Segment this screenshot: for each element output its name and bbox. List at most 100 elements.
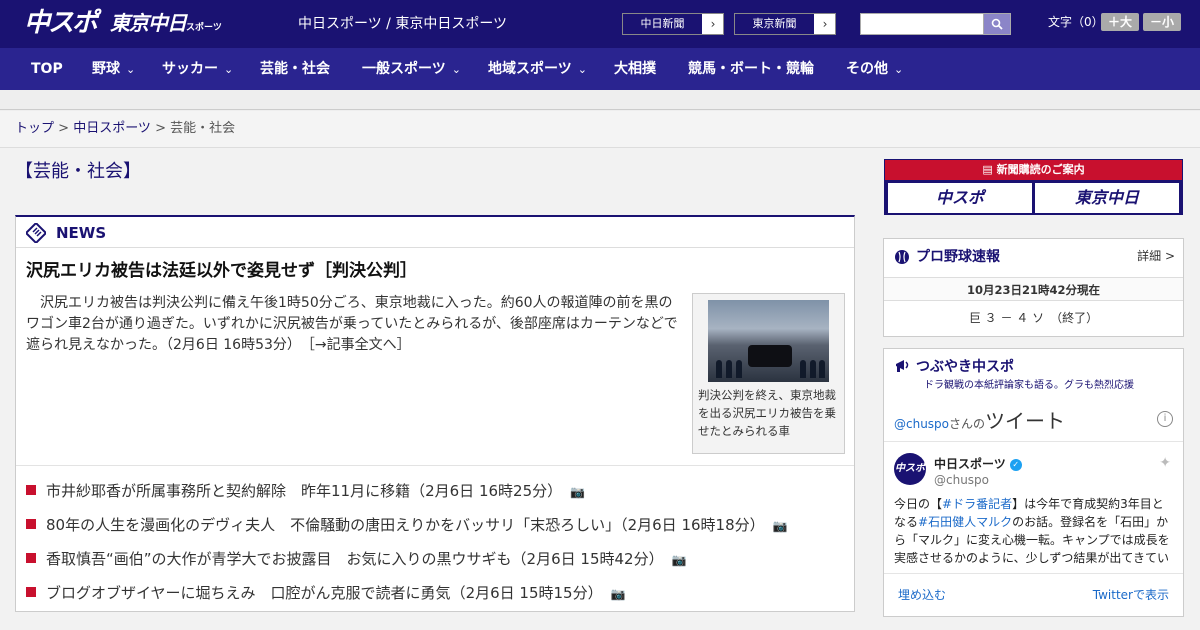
news-list-item[interactable]: 市井紗耶香が所属事務所と契約解除 昨年11月に移籍（2月6日 16時25分） 📷: [26, 481, 585, 502]
embed-link[interactable]: 埋め込む: [898, 586, 946, 603]
chunichi-shimbun-label: 中日新聞: [623, 14, 703, 34]
news-list-item[interactable]: 80年の人生を漫画化のデヴィ夫人 不倫騒動の唐田えりかをバッサリ「末恐ろしい」（…: [26, 515, 788, 536]
camera-icon: 📷: [772, 519, 788, 533]
account-name-text: 中日スポーツ: [934, 457, 1006, 471]
nav-item-other[interactable]: その他 ⌄: [846, 48, 903, 90]
nav-label: TOP: [31, 61, 63, 77]
nav-item-entertainment[interactable]: 芸能・社会: [260, 48, 330, 90]
news-list-item[interactable]: 香取慎吾“画伯”の大作が青学大でお披露目 お気に入りの黒ウサギも（2月6日 15…: [26, 549, 687, 570]
nav-item-general-sports[interactable]: 一般スポーツ ⌄: [362, 48, 461, 90]
tokyo-chunichi-logo[interactable]: 東京中日スポーツ: [110, 10, 222, 41]
site-links[interactable]: 中日スポーツ / 東京中日スポーツ: [298, 15, 507, 33]
subscription-title[interactable]: ▤ 新聞購読のご案内: [885, 160, 1182, 180]
nav-label: 大相撲: [614, 61, 656, 77]
news-item-time: （2月6日 15時42分）: [511, 550, 664, 568]
main-nav: TOP 野球 ⌄ サッカー ⌄ 芸能・社会 一般スポーツ ⌄ 地域スポーツ ⌄ 大相撲 …: [0, 48, 1200, 90]
view-on-twitter-link[interactable]: Twitterで表示: [1093, 586, 1169, 603]
account-handle[interactable]: @chuspo: [934, 473, 989, 487]
divider: [884, 441, 1183, 442]
baseball-icon: [895, 250, 909, 264]
news-item-title: 市井紗耶香が所属事務所と契約解除 昨年11月に移籍: [46, 482, 411, 500]
nav-label: サッカー: [162, 61, 218, 77]
chunichi-shimbun-button[interactable]: 中日新聞 ›: [622, 13, 724, 35]
font-larger-button[interactable]: ＋大: [1101, 13, 1139, 31]
camera-icon: 📷: [610, 587, 626, 601]
news-box: NEWS 沢尻エリカ被告は法廷以外で姿見せず［判決公判］ 沢尻エリカ被告は判決公…: [15, 215, 855, 612]
font-smaller-button[interactable]: －小: [1143, 13, 1181, 31]
chevron-down-icon: ⌄: [126, 63, 136, 76]
newspaper-icon: [26, 223, 46, 243]
chuspo-logo[interactable]: 中スポ: [24, 8, 98, 38]
news-item-time: （2月6日 16時18分）: [620, 516, 765, 534]
tokyo-shimbun-button[interactable]: 東京新聞 ›: [734, 13, 836, 35]
chevron-down-icon: ⌄: [577, 63, 587, 76]
twitter-bird-icon[interactable]: ✦: [1159, 455, 1171, 471]
subscribe-tokyo-chunichi-button[interactable]: 東京中日: [1035, 183, 1179, 213]
tweets-widget: つぶやき中スポ ドラ観戦の本紙評論家も語る。グラも熱烈応援 @chuspoさんの…: [883, 348, 1184, 617]
page-title: 【芸能・社会】: [15, 161, 141, 182]
nav-item-top[interactable]: TOP: [31, 48, 63, 90]
nav-label: 競馬・ボート・競輪: [688, 61, 814, 77]
subscribe-chuspo-button[interactable]: 中スポ: [888, 183, 1032, 213]
bullet-icon: [26, 552, 36, 563]
photo-caption: 判決公判を終え、東京地裁を出る沢尻エリカ被告を乗せたとみられる車: [698, 388, 836, 438]
chevron-right-icon: ›: [815, 14, 835, 34]
chevron-down-icon: ⌄: [894, 63, 904, 76]
hashtag-link[interactable]: #ドラ番記者: [942, 497, 1012, 511]
chevron-right-icon: ›: [703, 14, 723, 34]
nav-item-baseball[interactable]: 野球 ⌄: [92, 48, 135, 90]
bullet-icon: [26, 518, 36, 529]
avatar[interactable]: 中スポ: [894, 453, 926, 485]
hashtag-link[interactable]: #石田健人マルク: [918, 515, 1012, 529]
nav-item-soccer[interactable]: サッカー ⌄: [162, 48, 233, 90]
spacer-band: [0, 90, 1200, 110]
nav-label: 野球: [92, 61, 120, 77]
nav-label: 地域スポーツ: [488, 61, 572, 77]
chevron-down-icon: ⌄: [451, 63, 461, 76]
subscription-banner: ▤ 新聞購読のご案内 中スポ 東京中日: [884, 159, 1183, 215]
info-icon[interactable]: i: [1157, 411, 1173, 427]
nav-item-sumo[interactable]: 大相撲: [614, 48, 656, 90]
crowd-shape: [800, 360, 806, 378]
news-item-title: ブログオブザイヤーに堀ちえみ 口腔がん克服で読者に勇気: [46, 584, 451, 602]
search-input[interactable]: [860, 13, 984, 35]
bullet-icon: [26, 586, 36, 597]
breadcrumb-separator: >: [150, 121, 171, 136]
font-size-label: 文字（0）: [1048, 15, 1104, 29]
baseball-score[interactable]: 巨 ３ － ４ ソ （終了）: [884, 309, 1183, 326]
crowd-shape: [726, 360, 732, 378]
tweets-subtitle: ドラ観戦の本紙評論家も語る。グラも熱烈応援: [924, 380, 1134, 391]
news-label: NEWS: [56, 224, 107, 242]
breadcrumb-top[interactable]: トップ: [15, 121, 54, 136]
news-photo: [708, 300, 829, 382]
news-header: NEWS: [16, 217, 854, 248]
news-item-title: 80年の人生を漫画化のデヴィ夫人 不倫騒動の唐田えりかをバッサリ「末恐ろしい」: [46, 516, 621, 534]
crowd-shape: [716, 360, 722, 378]
account-name[interactable]: 中日スポーツ ✓: [934, 455, 1022, 472]
nav-label: 一般スポーツ: [362, 61, 446, 77]
baseball-timestamp: 10月23日21時42分現在: [884, 277, 1183, 301]
bullet-icon: [26, 484, 36, 495]
chevron-down-icon: ⌄: [224, 63, 234, 76]
baseball-detail-link[interactable]: 詳細 >: [1137, 247, 1175, 264]
top-story-headline[interactable]: 沢尻エリカ被告は法廷以外で姿見せず［判決公判］: [26, 259, 417, 283]
search-button[interactable]: [983, 13, 1011, 35]
breadcrumb-separator: >: [54, 121, 74, 136]
camera-icon: 📷: [570, 485, 586, 499]
divider: [884, 573, 1183, 574]
breadcrumb-section[interactable]: 中日スポーツ: [73, 121, 151, 136]
breadcrumb: トップ > 中日スポーツ > 芸能・社会: [0, 111, 1200, 148]
tweet-text-part: 今日の【: [894, 497, 943, 511]
verified-icon: ✓: [1009, 458, 1022, 471]
top-story-body[interactable]: 沢尻エリカ被告は判決公判に備え午後1時50分ごろ、東京地裁に入った。約60人の報…: [26, 293, 682, 356]
crowd-shape: [810, 360, 816, 378]
nav-item-racing[interactable]: 競馬・ボート・競輪: [688, 48, 814, 90]
breadcrumb-current: 芸能・社会: [170, 121, 236, 136]
tweet-text[interactable]: 今日の【#ドラ番記者】は今年で育成契約3年目となる#石田健人マルクのお話。登録名…: [894, 495, 1174, 567]
baseball-title: プロ野球速報: [916, 249, 1000, 265]
top-story-photo[interactable]: 判決公判を終え、東京地裁を出る沢尻エリカ被告を乗せたとみられる車: [692, 293, 845, 454]
crowd-shape: [736, 360, 742, 378]
tweets-handle-link[interactable]: @chuspo: [894, 417, 949, 431]
nav-item-local-sports[interactable]: 地域スポーツ ⌄: [488, 48, 587, 90]
news-list-item[interactable]: ブログオブザイヤーに堀ちえみ 口腔がん克服で読者に勇気（2月6日 15時15分）…: [26, 583, 626, 604]
